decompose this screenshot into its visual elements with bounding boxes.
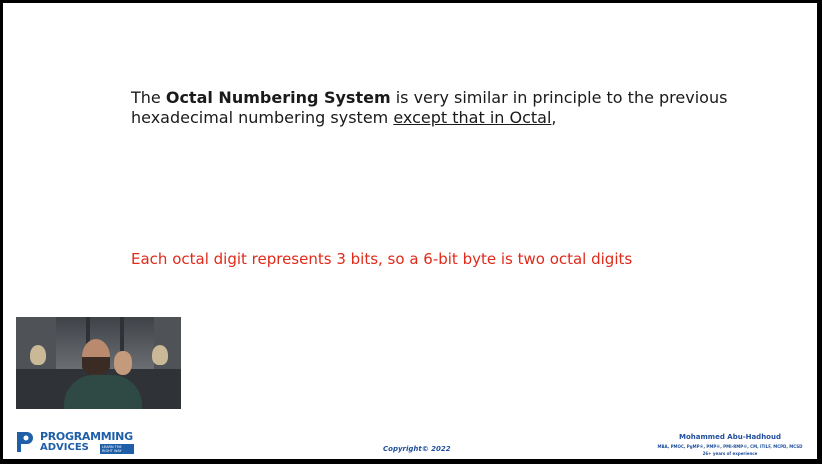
octal-exception-text: except that in Octal <box>393 108 552 127</box>
presenter-beard <box>82 357 110 375</box>
logo-subtitle: ADVICES <box>40 442 89 453</box>
copyright-text: Copyright© 2022 <box>383 445 451 453</box>
author-experience: 26+ years of experience <box>702 451 758 456</box>
presenter-hand <box>114 351 132 375</box>
octal-term: Octal Numbering System <box>165 88 391 107</box>
paragraph-suffix: , <box>551 108 557 127</box>
presenter-figure <box>64 339 144 409</box>
paragraph-prefix: The <box>131 88 166 107</box>
webcam-lamp-left <box>30 345 46 365</box>
logo-tagline: LEARN THE RIGHT WAY <box>100 444 134 454</box>
slide-canvas: The Octal Numbering System is very simil… <box>3 3 817 459</box>
octal-bits-note: Each octal digit represents 3 bits, so a… <box>131 250 633 268</box>
author-name: Mohammed Abu-Hadhoud <box>679 433 781 441</box>
author-block: Mohammed Abu-Hadhoud MBA, PMOC, PgMP®, P… <box>655 433 805 456</box>
programming-advices-logo: PROGRAMMING ADVICES LEARN THE RIGHT WAY <box>16 430 146 456</box>
octal-intro-paragraph: The Octal Numbering System is very simil… <box>131 88 731 128</box>
presenter-body <box>64 375 142 409</box>
logo-mark-icon <box>17 432 33 452</box>
presenter-webcam <box>16 317 181 409</box>
webcam-lamp-right <box>152 345 168 365</box>
author-credentials: MBA, PMOC, PgMP®, PMP®, PMI-RMP®, CM, IT… <box>657 444 803 449</box>
